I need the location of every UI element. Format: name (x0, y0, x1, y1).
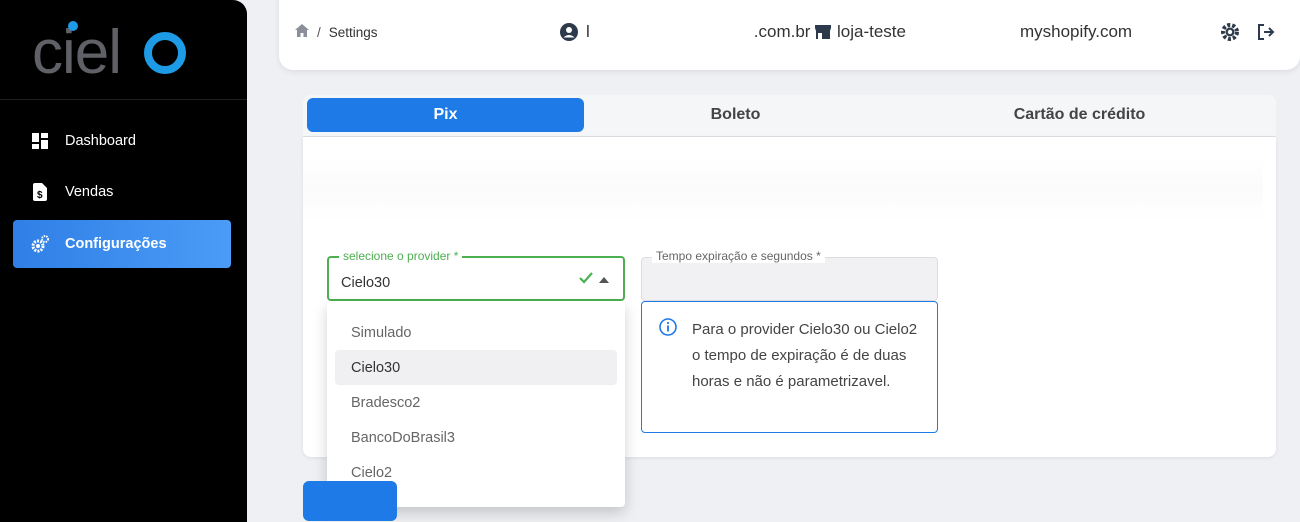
expiration-info-alert: Para o provider Cielo30 ou Cielo2 o temp… (641, 301, 938, 433)
check-icon (579, 271, 593, 289)
provider-select-value: Cielo30 (341, 275, 391, 291)
tab-boleto[interactable]: Boleto (584, 98, 887, 132)
user-icon (560, 23, 578, 41)
payment-tabs: Pix Boleto Cartão de crédito (303, 95, 1276, 137)
tab-pix[interactable]: Pix (307, 98, 584, 132)
dropdown-option-bradesco2[interactable]: Bradesco2 (335, 385, 617, 420)
store-name-suffix: myshopify.com (1019, 22, 1133, 41)
gear-icon[interactable] (1220, 22, 1240, 42)
breadcrumb: / Settings (295, 24, 378, 40)
logout-icon[interactable] (1256, 22, 1276, 42)
dropdown-option-simulado[interactable]: Simulado (335, 315, 617, 350)
user-email-prefix: l (586, 22, 590, 41)
cielo-logo[interactable]: ciel (32, 18, 192, 78)
topbar: / Settings l .com.br loja-teste myshopif… (279, 0, 1300, 70)
sidebar-item-label: Dashboard (65, 133, 136, 149)
breadcrumb-current: Settings (328, 24, 378, 40)
dashboard-icon (31, 132, 49, 150)
sidebar-item-dashboard[interactable]: Dashboard (13, 117, 231, 165)
user-info: l .com.br (560, 22, 810, 42)
sidebar-item-label: Vendas (65, 184, 114, 200)
user-email-domain: .com.br (753, 22, 811, 41)
provider-select-label: selecione o provider * (339, 249, 463, 263)
tab-cartao-credito[interactable]: Cartão de crédito (887, 98, 1272, 132)
home-icon[interactable] (295, 24, 309, 40)
dropdown-option-bancodobrasil3[interactable]: BancoDoBrasil3 (335, 420, 617, 455)
sidebar-item-configuracoes[interactable]: Configurações (13, 220, 231, 268)
sidebar-item-vendas[interactable]: $ Vendas (13, 168, 231, 216)
store-info: loja-teste myshopify.com (815, 22, 1132, 42)
svg-text:$: $ (37, 190, 43, 201)
store-icon (815, 25, 831, 39)
redacted-area (303, 157, 1263, 222)
provider-dropdown-menu: Simulado Cielo30 Bradesco2 BancoDoBrasil… (327, 301, 625, 507)
expiration-seconds-field: Tempo expiração e segundos * (641, 249, 938, 301)
info-icon (659, 318, 677, 341)
provider-select[interactable]: selecione o provider * Cielo30 (327, 249, 625, 301)
sidebar: ciel Dashboard $ Vendas Configurações (0, 0, 247, 522)
sidebar-item-label: Configurações (65, 236, 167, 252)
caret-up-icon[interactable] (599, 277, 609, 283)
info-text: Para o provider Cielo30 ou Cielo2 o temp… (692, 321, 918, 390)
save-button[interactable] (303, 481, 397, 521)
store-name-prefix: loja-teste (837, 22, 906, 41)
receipt-dollar-icon: $ (31, 183, 49, 201)
logo-area: ciel (0, 0, 247, 100)
gears-icon (31, 235, 49, 253)
dropdown-option-cielo30[interactable]: Cielo30 (335, 350, 617, 385)
expiration-field-label: Tempo expiração e segundos * (652, 249, 825, 263)
breadcrumb-separator: / (317, 24, 321, 40)
